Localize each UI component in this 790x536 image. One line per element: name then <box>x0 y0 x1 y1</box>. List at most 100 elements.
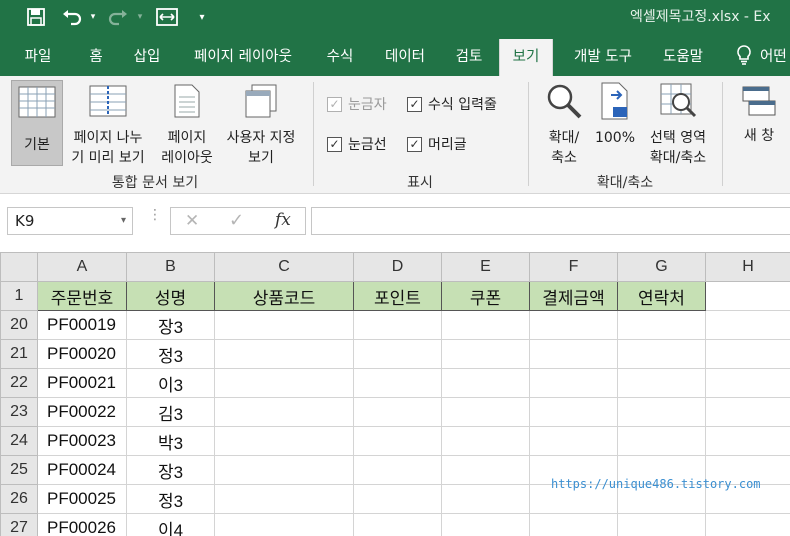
cell[interactable] <box>617 513 706 536</box>
order-number-cell[interactable]: PF00024 <box>37 455 127 485</box>
zoom-to-selection-button[interactable]: 선택 영역 확대/축소 <box>642 80 714 166</box>
cell[interactable] <box>617 426 706 456</box>
row-header[interactable]: 20 <box>0 310 38 340</box>
cell[interactable] <box>214 455 354 485</box>
cell[interactable] <box>529 339 618 369</box>
name-cell[interactable]: 정3 <box>126 339 215 369</box>
undo-icon[interactable] <box>58 0 86 34</box>
chevron-down-icon[interactable]: ▾ <box>121 208 126 234</box>
cell[interactable] <box>214 368 354 398</box>
header-cell[interactable]: 결제금액 <box>529 281 618 311</box>
column-header[interactable]: E <box>441 252 530 282</box>
cell[interactable] <box>617 397 706 427</box>
column-header[interactable]: F <box>529 252 618 282</box>
gridlines-checkbox[interactable]: ✓ 눈금선 <box>327 134 387 154</box>
normal-view-button[interactable]: 기본 <box>11 80 63 166</box>
cell[interactable] <box>214 310 354 340</box>
cell[interactable] <box>617 339 706 369</box>
row-header[interactable]: 24 <box>0 426 38 456</box>
cell[interactable] <box>214 513 354 536</box>
cell[interactable] <box>441 310 530 340</box>
column-header[interactable]: A <box>37 252 127 282</box>
header-cell[interactable]: 주문번호 <box>37 281 127 311</box>
cell[interactable] <box>529 310 618 340</box>
column-header[interactable]: D <box>353 252 442 282</box>
cell[interactable] <box>705 397 790 427</box>
tab-home[interactable]: 홈 <box>76 34 116 76</box>
resize-handle-icon[interactable]: ⋮ <box>148 208 162 222</box>
row-header[interactable]: 26 <box>0 484 38 514</box>
header-cell[interactable]: 연락처 <box>617 281 706 311</box>
insert-function-icon[interactable]: fx <box>275 210 291 230</box>
order-number-cell[interactable]: PF00023 <box>37 426 127 456</box>
cell[interactable] <box>441 339 530 369</box>
cell[interactable] <box>214 484 354 514</box>
column-header[interactable]: G <box>617 252 706 282</box>
name-cell[interactable]: 정3 <box>126 484 215 514</box>
cell[interactable] <box>617 310 706 340</box>
row-header[interactable]: 25 <box>0 455 38 485</box>
tell-me-search[interactable]: 어떤 <box>760 34 790 76</box>
page-break-preview-button[interactable]: 페이지 나누 기 미리 보기 <box>66 80 150 166</box>
row-header[interactable]: 22 <box>0 368 38 398</box>
cell[interactable] <box>529 426 618 456</box>
header-cell[interactable]: 쿠폰 <box>441 281 530 311</box>
formula-bar-checkbox[interactable]: ✓ 수식 입력줄 <box>407 94 497 114</box>
cell[interactable] <box>214 426 354 456</box>
order-number-cell[interactable]: PF00026 <box>37 513 127 536</box>
cell[interactable] <box>705 310 790 340</box>
cell[interactable] <box>705 513 790 536</box>
tab-developer[interactable]: 개발 도구 <box>560 34 646 76</box>
tab-help[interactable]: 도움말 <box>654 34 712 76</box>
cell[interactable] <box>705 368 790 398</box>
cell[interactable] <box>441 455 530 485</box>
row-header[interactable]: 21 <box>0 339 38 369</box>
order-number-cell[interactable]: PF00021 <box>37 368 127 398</box>
name-cell[interactable]: 김3 <box>126 397 215 427</box>
zoom-button[interactable]: 확대/ 축소 <box>540 80 588 166</box>
cell[interactable] <box>353 397 442 427</box>
undo-dropdown-icon[interactable]: ▾ <box>87 0 99 34</box>
touch-mode-icon[interactable] <box>152 0 182 34</box>
cell[interactable] <box>441 484 530 514</box>
name-cell[interactable]: 장3 <box>126 310 215 340</box>
save-icon[interactable] <box>22 0 50 34</box>
name-cell[interactable]: 이3 <box>126 368 215 398</box>
column-header[interactable]: B <box>126 252 215 282</box>
lightbulb-icon[interactable] <box>732 34 756 76</box>
tab-page-layout[interactable]: 페이지 레이아웃 <box>182 34 304 76</box>
order-number-cell[interactable]: PF00020 <box>37 339 127 369</box>
header-cell[interactable]: 상품코드 <box>214 281 354 311</box>
cell[interactable] <box>353 513 442 536</box>
cell[interactable] <box>529 368 618 398</box>
custom-views-button[interactable]: 사용자 지정 보기 <box>220 80 302 166</box>
cell[interactable] <box>617 368 706 398</box>
cell[interactable] <box>441 368 530 398</box>
cell[interactable] <box>353 339 442 369</box>
cell[interactable] <box>705 281 790 311</box>
name-cell[interactable]: 이4 <box>126 513 215 536</box>
tab-data[interactable]: 데이터 <box>374 34 436 76</box>
cell[interactable] <box>529 397 618 427</box>
order-number-cell[interactable]: PF00025 <box>37 484 127 514</box>
tab-view[interactable]: 보기 <box>499 39 553 76</box>
new-window-button[interactable]: 새 창 <box>736 80 782 166</box>
cell[interactable] <box>353 455 442 485</box>
page-layout-view-button[interactable]: 페이지 레이아웃 <box>158 80 216 166</box>
header-cell[interactable]: 포인트 <box>353 281 442 311</box>
cell[interactable] <box>529 513 618 536</box>
order-number-cell[interactable]: PF00022 <box>37 397 127 427</box>
name-cell[interactable]: 박3 <box>126 426 215 456</box>
cell[interactable] <box>441 513 530 536</box>
formula-input[interactable] <box>311 207 790 235</box>
cell[interactable] <box>353 368 442 398</box>
cell[interactable] <box>441 397 530 427</box>
cell[interactable] <box>353 426 442 456</box>
tab-formulas[interactable]: 수식 <box>316 34 364 76</box>
cell[interactable] <box>705 426 790 456</box>
tab-file[interactable]: 파일 <box>10 34 66 76</box>
column-header[interactable]: H <box>705 252 790 282</box>
name-cell[interactable]: 장3 <box>126 455 215 485</box>
row-header[interactable]: 23 <box>0 397 38 427</box>
cell[interactable] <box>214 397 354 427</box>
